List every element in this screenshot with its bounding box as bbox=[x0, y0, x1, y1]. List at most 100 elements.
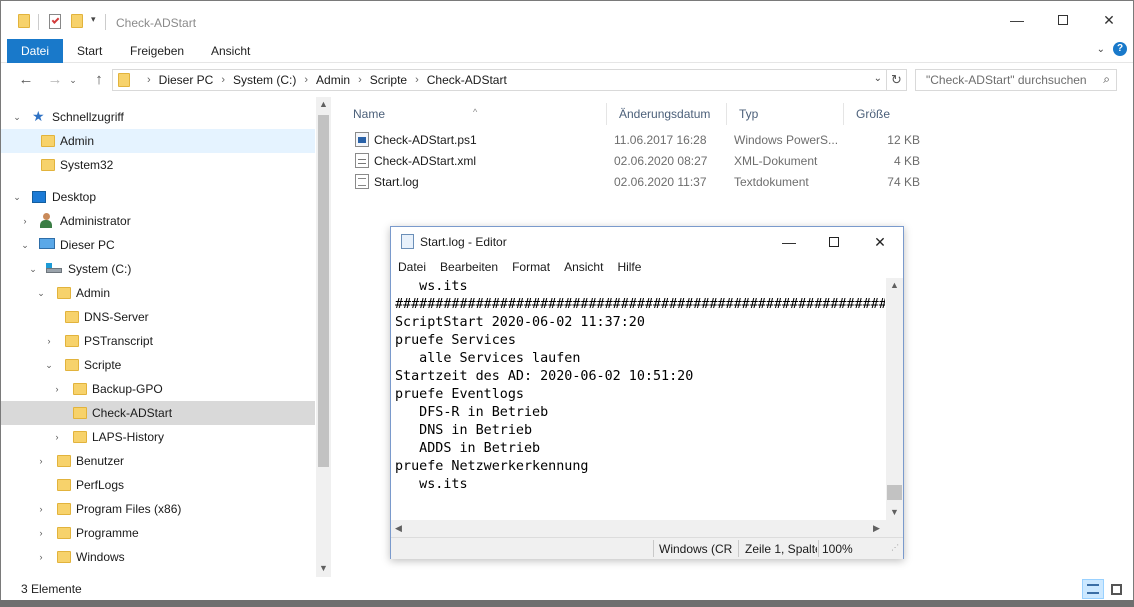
column-label: Größe bbox=[856, 107, 891, 121]
scroll-down-icon[interactable]: ▼ bbox=[316, 563, 331, 573]
notepad-minimize-button[interactable]: — bbox=[766, 227, 812, 257]
recent-locations-button[interactable]: ⌄ bbox=[67, 69, 79, 91]
chevron-down-icon[interactable]: ⌄ bbox=[27, 264, 39, 275]
chevron-right-icon[interactable]: › bbox=[35, 456, 47, 466]
tiles-view-button[interactable] bbox=[1105, 579, 1127, 599]
chevron-right-icon[interactable]: › bbox=[221, 74, 225, 86]
tree-item-desktop[interactable]: ⌄ Desktop bbox=[1, 185, 315, 209]
scrollbar-thumb[interactable] bbox=[318, 115, 329, 467]
navigation-scrollbar[interactable]: ▲ ▼ bbox=[316, 97, 331, 577]
tree-item-check-adstart[interactable]: Check-ADStart bbox=[1, 401, 315, 425]
file-date: 11.06.2017 16:28 bbox=[614, 133, 707, 147]
scroll-up-icon[interactable]: ▲ bbox=[316, 99, 331, 109]
chevron-right-icon[interactable]: › bbox=[19, 216, 31, 226]
tree-item-perflogs[interactable]: PerfLogs bbox=[1, 473, 315, 497]
chevron-right-icon[interactable]: › bbox=[51, 432, 63, 442]
chevron-right-icon[interactable]: › bbox=[51, 384, 63, 394]
column-header-size[interactable]: Größe bbox=[844, 103, 921, 125]
address-dropdown-icon[interactable]: ⌄ bbox=[874, 73, 882, 84]
maximize-button[interactable] bbox=[1040, 1, 1086, 39]
xml-file-icon bbox=[355, 153, 369, 168]
tree-item-system32[interactable]: System32 bbox=[1, 153, 315, 177]
tab-start[interactable]: Start bbox=[77, 39, 102, 63]
chevron-right-icon[interactable]: › bbox=[415, 74, 419, 86]
scroll-right-icon[interactable]: ▶ bbox=[873, 523, 880, 534]
tab-ansicht[interactable]: Ansicht bbox=[211, 39, 250, 63]
breadcrumb-system-c[interactable]: System (C:) bbox=[233, 73, 296, 87]
notepad-maximize-button[interactable] bbox=[811, 227, 857, 257]
tree-item-programme[interactable]: › Programme bbox=[1, 521, 315, 545]
breadcrumb-scripte[interactable]: Scripte bbox=[370, 73, 407, 87]
status-divider bbox=[653, 540, 654, 557]
navigation-bar: ← → ⌄ ↑ › Dieser PC › System (C:) › Admi… bbox=[1, 65, 1133, 95]
menu-datei[interactable]: Datei bbox=[391, 257, 433, 277]
tree-item-admin-quick[interactable]: Admin bbox=[1, 129, 315, 153]
expand-ribbon-icon[interactable]: ⌄ bbox=[1097, 44, 1105, 55]
resize-grip-icon[interactable]: ⋰ bbox=[891, 543, 899, 552]
tree-item-laps-history[interactable]: › LAPS-History bbox=[1, 425, 315, 449]
forward-button[interactable]: → bbox=[45, 69, 65, 91]
chevron-right-icon[interactable]: › bbox=[35, 528, 47, 538]
notepad-close-button[interactable]: ✕ bbox=[857, 227, 903, 257]
chevron-right-icon[interactable]: › bbox=[35, 504, 47, 514]
tree-item-schnellzugriff[interactable]: ⌄ ★ Schnellzugriff bbox=[1, 105, 315, 129]
chevron-down-icon[interactable]: ⌄ bbox=[11, 112, 23, 123]
notepad-text-area[interactable]: ws.its ##################################… bbox=[395, 278, 885, 518]
tree-item-dieser-pc[interactable]: ⌄ Dieser PC bbox=[1, 233, 315, 257]
tab-freigeben[interactable]: Freigeben bbox=[130, 39, 184, 63]
chevron-down-icon[interactable]: ⌄ bbox=[35, 288, 47, 299]
chevron-down-icon[interactable]: ⌄ bbox=[43, 360, 55, 371]
column-header-date[interactable]: Änderungsdatum bbox=[607, 103, 727, 125]
file-row[interactable]: Start.log 02.06.2020 11:37 Textdokument … bbox=[353, 171, 933, 192]
tree-item-scripte[interactable]: ⌄ Scripte bbox=[1, 353, 315, 377]
menu-ansicht[interactable]: Ansicht bbox=[557, 257, 610, 277]
menu-format[interactable]: Format bbox=[505, 257, 557, 277]
scroll-down-icon[interactable]: ▼ bbox=[890, 507, 899, 517]
file-row[interactable]: Check-ADStart.xml 02.06.2020 08:27 XML-D… bbox=[353, 150, 933, 171]
breadcrumb-check-adstart[interactable]: Check-ADStart bbox=[427, 73, 507, 87]
tree-item-benutzer[interactable]: › Benutzer bbox=[1, 449, 315, 473]
scroll-left-icon[interactable]: ◀ bbox=[395, 523, 402, 534]
column-header-name[interactable]: Name ^ bbox=[341, 103, 607, 125]
maximize-icon bbox=[1058, 15, 1068, 25]
notepad-menu-bar: Datei Bearbeiten Format Ansicht Hilfe bbox=[391, 257, 903, 277]
properties-icon[interactable] bbox=[49, 14, 61, 29]
breadcrumb-admin[interactable]: Admin bbox=[316, 73, 350, 87]
menu-bearbeiten[interactable]: Bearbeiten bbox=[433, 257, 505, 277]
menu-hilfe[interactable]: Hilfe bbox=[610, 257, 648, 277]
chevron-right-icon[interactable]: › bbox=[43, 336, 55, 346]
tree-item-administrator[interactable]: › Administrator bbox=[1, 209, 315, 233]
chevron-right-icon[interactable]: › bbox=[35, 552, 47, 562]
tree-item-pstranscript[interactable]: › PSTranscript bbox=[1, 329, 315, 353]
tree-item-system-c[interactable]: ⌄ System (C:) bbox=[1, 257, 315, 281]
tree-item-admin[interactable]: ⌄ Admin bbox=[1, 281, 315, 305]
up-button[interactable]: ↑ bbox=[89, 69, 109, 91]
quick-access-dropdown-icon[interactable]: ▾ bbox=[91, 14, 96, 25]
close-button[interactable]: ✕ bbox=[1086, 1, 1132, 39]
minimize-button[interactable]: — bbox=[994, 1, 1040, 39]
scroll-up-icon[interactable]: ▲ bbox=[890, 280, 899, 290]
back-button[interactable]: ← bbox=[16, 69, 36, 91]
details-view-button[interactable] bbox=[1082, 579, 1104, 599]
arrow-left-icon: ← bbox=[18, 71, 34, 88]
notepad-vertical-scrollbar[interactable]: ▲ ▼ bbox=[886, 278, 903, 521]
notepad-horizontal-scrollbar[interactable]: ◀ ▶ bbox=[391, 520, 886, 537]
scrollbar-thumb[interactable] bbox=[887, 485, 902, 500]
address-bar[interactable]: › Dieser PC › System (C:) › Admin › Scri… bbox=[112, 69, 887, 91]
chevron-down-icon[interactable]: ⌄ bbox=[19, 240, 31, 251]
help-icon[interactable]: ? bbox=[1113, 42, 1127, 56]
column-header-type[interactable]: Typ bbox=[727, 103, 844, 125]
tree-item-backup-gpo[interactable]: › Backup-GPO bbox=[1, 377, 315, 401]
refresh-button[interactable]: ↻ bbox=[887, 69, 907, 91]
chevron-down-icon[interactable]: ⌄ bbox=[11, 192, 23, 203]
new-folder-icon[interactable] bbox=[71, 14, 83, 28]
tab-datei[interactable]: Datei bbox=[7, 39, 63, 63]
breadcrumb-dieser-pc[interactable]: Dieser PC bbox=[159, 73, 214, 87]
chevron-right-icon[interactable]: › bbox=[358, 74, 362, 86]
file-row[interactable]: Check-ADStart.ps1 11.06.2017 16:28 Windo… bbox=[353, 129, 933, 150]
tree-item-windows[interactable]: › Windows bbox=[1, 545, 315, 569]
chevron-right-icon[interactable]: › bbox=[304, 74, 308, 86]
search-input[interactable]: "Check-ADStart" durchsuchen ⌕ bbox=[915, 69, 1117, 91]
tree-item-dns-server[interactable]: DNS-Server bbox=[1, 305, 315, 329]
tree-item-program-files-x86[interactable]: › Program Files (x86) bbox=[1, 497, 315, 521]
